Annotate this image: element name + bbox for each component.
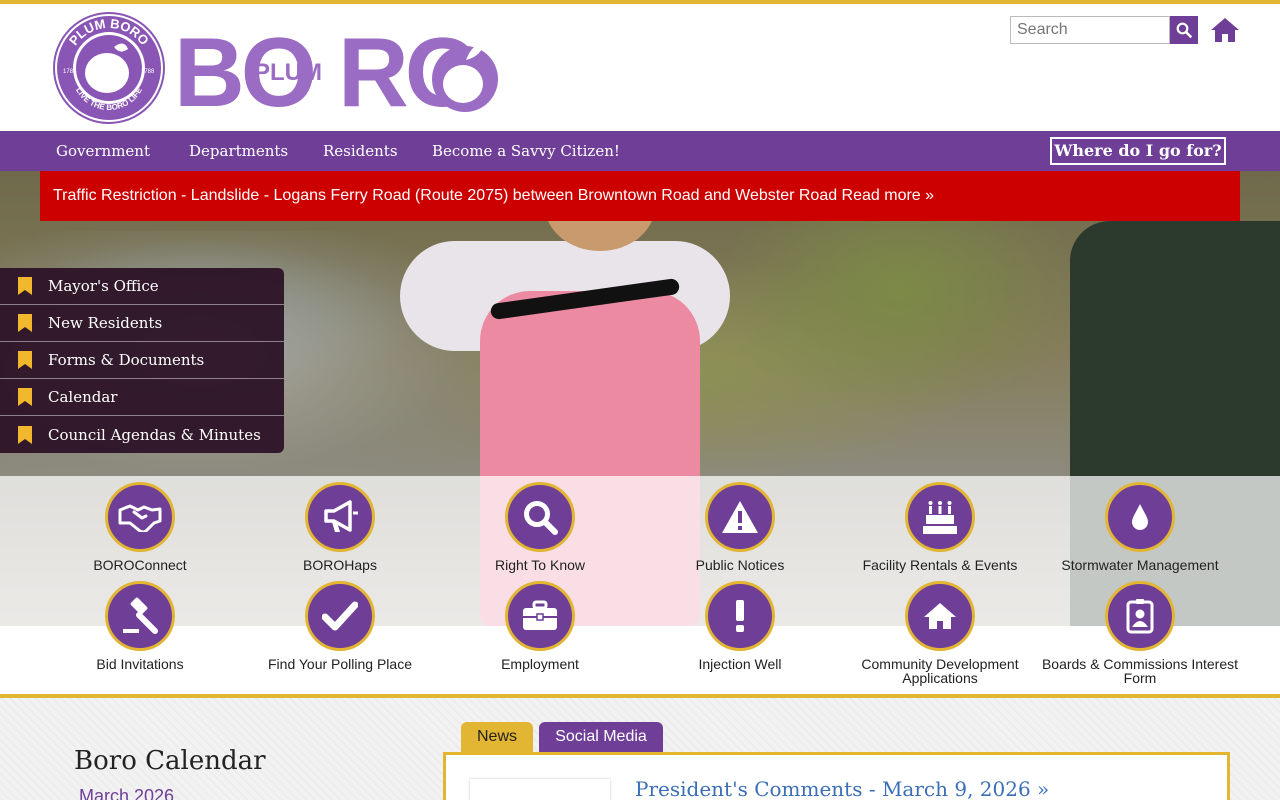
quick-link-bid-invitations[interactable]: Bid Invitations [40,581,240,671]
home-button[interactable] [1208,14,1242,46]
bookmark-icon [18,388,32,406]
quick-link-public-notices[interactable]: Public Notices [640,482,840,572]
quick-link-label: Public Notices [695,557,785,573]
handshake-icon [118,504,162,532]
quick-link-label: Stormwater Management [1061,557,1219,573]
cake-icon [923,501,957,534]
nav-item-departments[interactable]: Departments [189,131,288,171]
news-item-title[interactable]: President's Comments - March 9, 2026 » [635,777,1049,800]
seal-year-right: 1788 [141,69,155,75]
side-item-label: Mayor's Office [48,277,159,295]
news-thumbnail[interactable] [470,779,610,800]
side-item-label: Forms & Documents [48,351,205,369]
quick-link-label: BOROHaps [303,557,377,573]
quick-link-polling-place[interactable]: Find Your Polling Place [240,581,440,671]
nav-item-residents[interactable]: Residents [323,131,398,171]
quick-link-injection-well[interactable]: Injection Well [640,581,840,671]
quick-link-stormwater[interactable]: Stormwater Management [1040,482,1240,572]
tab-news[interactable]: News [461,722,533,752]
main-nav: Government Departments Residents Become … [0,131,1280,171]
calendar-month[interactable]: March 2026 [79,786,174,800]
warning-icon [722,501,758,533]
quick-link-label: Find Your Polling Place [268,656,412,672]
search-icon [524,501,558,535]
quick-link-community-development[interactable]: Community Development Applications [840,581,1040,685]
side-item-label: Council Agendas & Minutes [48,425,261,444]
calendar-title: Boro Calendar [74,746,266,776]
where-do-i-go-button[interactable]: Where do I go for? [1050,137,1226,165]
side-quick-menu: Mayor's Office New Residents Forms & Doc… [0,268,284,453]
quick-link-label: Bid Invitations [96,656,184,672]
quick-link-label: Employment [501,656,579,672]
quick-link-label: Community Development Applications [861,656,1019,686]
alert-banner[interactable]: Traffic Restriction - Landslide - Logans… [40,171,1240,221]
home-icon [1211,18,1239,42]
tab-social-media[interactable]: Social Media [539,722,663,752]
id-badge-icon [1126,599,1154,634]
side-item-label: Calendar [48,388,118,406]
megaphone-icon [324,500,358,532]
bookmark-icon [18,277,32,295]
quick-link-right-to-know[interactable]: Right To Know [440,482,640,572]
side-item-forms-documents[interactable]: Forms & Documents [0,342,284,379]
content-section: Boro Calendar March 2026 News Social Med… [0,698,1280,800]
news-panel: President's Comments - March 9, 2026 » [443,752,1230,800]
side-item-council-agendas[interactable]: Council Agendas & Minutes [0,416,284,453]
nav-item-savvy-citizen[interactable]: Become a Savvy Citizen! [432,131,620,171]
quick-link-boards-commissions[interactable]: Boards & Commissions Interest Form [1040,581,1240,685]
water-drop-icon [1132,504,1148,530]
gavel-icon [123,597,158,634]
quick-link-facility-rentals[interactable]: Facility Rentals & Events [840,482,1040,572]
search-icon [1176,22,1192,38]
quick-link-label: Boards & Commissions Interest Form [1041,656,1239,686]
quick-link-label: Right To Know [494,557,585,573]
house-icon [924,603,956,629]
site-header: PLUM BORO LIVE THE BORO LIFE 1788 1788 B… [0,4,1280,131]
quick-link-label: Injection Well [698,656,782,672]
wordmark-plum: PLUM [254,59,322,86]
bookmark-icon [18,351,32,369]
side-item-new-residents[interactable]: New Residents [0,305,284,342]
bookmark-icon [18,425,32,444]
briefcase-icon [523,600,557,630]
boro-seal-logo[interactable]: PLUM BORO LIVE THE BORO LIFE 1788 1788 [52,11,166,125]
quick-link-employment[interactable]: Employment [440,581,640,671]
bookmark-icon [18,314,32,332]
quick-link-borohaps[interactable]: BOROHaps [240,482,440,572]
plum-boro-wordmark[interactable]: BO RO PLUM [174,24,504,114]
search-input[interactable] [1010,16,1170,44]
quick-link-boroconnect[interactable]: BOROConnect [40,482,240,572]
nav-item-government[interactable]: Government [56,131,150,171]
news-thumbnail-image [470,779,610,800]
seal-year-left: 1788 [63,69,77,75]
exclamation-icon [736,600,744,632]
search-button[interactable] [1170,16,1198,44]
side-item-mayors-office[interactable]: Mayor's Office [0,268,284,305]
quick-link-label: BOROConnect [93,557,187,573]
quick-link-label: Facility Rentals & Events [862,557,1018,573]
side-item-label: New Residents [48,314,163,332]
checkmark-icon [322,601,358,631]
side-item-calendar[interactable]: Calendar [0,379,284,416]
